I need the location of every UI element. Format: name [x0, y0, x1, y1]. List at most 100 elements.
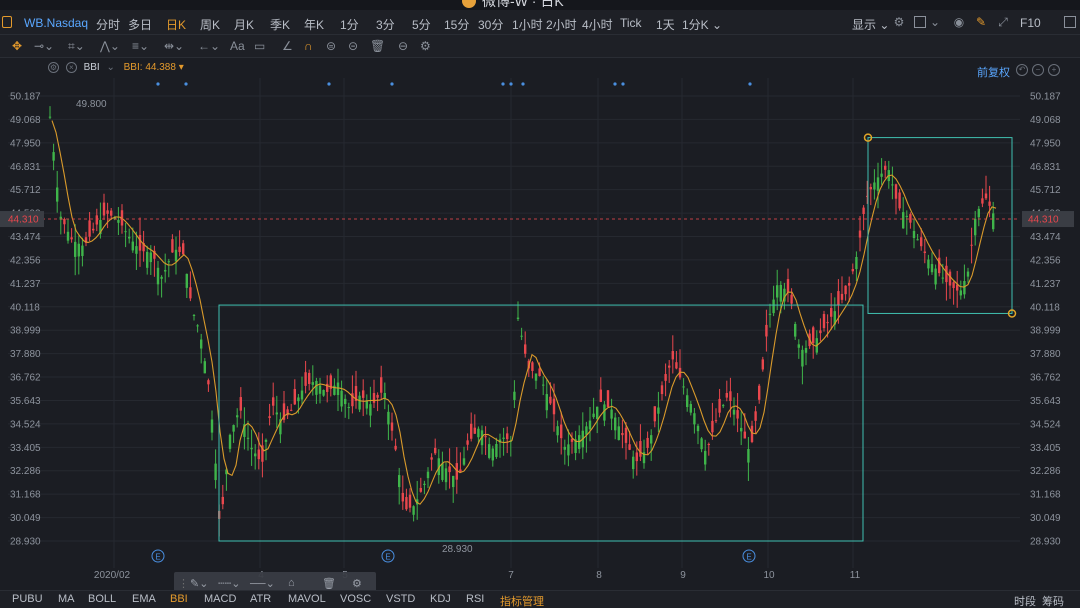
- y-tick-label: 47.950: [10, 138, 41, 149]
- candle-body: [434, 447, 437, 454]
- range-tool-icon[interactable]: ⇹⌄: [164, 39, 184, 54]
- period-tab[interactable]: 1天: [656, 16, 675, 33]
- pencil-icon[interactable]: ✎: [974, 15, 988, 29]
- display-menu-button[interactable]: 显示 ⌄: [852, 16, 889, 33]
- right-panel-tab[interactable]: 时段: [1014, 593, 1036, 608]
- zoom-out-icon[interactable]: −: [1032, 64, 1044, 76]
- period-tab[interactable]: Tick: [620, 16, 642, 30]
- chevron-down-icon[interactable]: ⌄: [106, 62, 114, 73]
- lock-icon[interactable]: ⌂: [288, 577, 295, 589]
- indicator-tab[interactable]: MA: [58, 593, 75, 605]
- comment-tool-icon[interactable]: ▭: [254, 39, 265, 54]
- period-tab[interactable]: 2小时: [546, 16, 577, 33]
- line-style-icon[interactable]: ┄┄⌄: [218, 577, 240, 590]
- fib-tool-icon[interactable]: ≡⌄: [132, 39, 149, 54]
- indicator-tab[interactable]: VSTD: [386, 593, 415, 605]
- candle-body: [704, 450, 707, 465]
- settings-icon[interactable]: ⚙: [892, 15, 906, 29]
- right-panel-tab[interactable]: 筹码: [1042, 593, 1064, 608]
- indicator-tab[interactable]: 指标管理: [500, 593, 544, 608]
- candle-body: [812, 327, 815, 344]
- adjust-price-button[interactable]: 前复权: [977, 64, 1010, 80]
- candle-body: [185, 273, 188, 288]
- candle-body: [394, 445, 397, 450]
- candle-body: [524, 344, 527, 354]
- period-tab[interactable]: 4小时: [582, 16, 613, 33]
- candle-body: [635, 452, 638, 462]
- pattern-tool-icon[interactable]: ⋀⌄: [100, 39, 120, 54]
- period-tab[interactable]: 15分: [444, 16, 469, 33]
- period-tab[interactable]: 月K: [234, 16, 254, 33]
- period-tab[interactable]: 季K: [270, 16, 290, 33]
- line-tool-icon[interactable]: ⊸⌄: [34, 39, 54, 54]
- chart-area[interactable]: 50.187 50.187 49.068 49.068 47.950 47.950 46.8…: [0, 58, 1080, 584]
- period-tab[interactable]: 5分: [412, 16, 431, 33]
- earnings-marker-label: E: [746, 553, 751, 562]
- period-tab[interactable]: 3分: [376, 16, 395, 33]
- eraser-icon[interactable]: ∠: [282, 39, 293, 54]
- candle-body: [779, 284, 782, 302]
- camera-icon[interactable]: ◉: [952, 15, 966, 29]
- candle-body: [754, 411, 757, 421]
- indicator-settings-icon[interactable]: ⚙: [48, 62, 59, 73]
- magnet-icon[interactable]: ∩: [304, 39, 313, 54]
- indicator-tab[interactable]: BBI: [170, 593, 188, 605]
- fullscreen-icon[interactable]: ⤢: [996, 15, 1010, 29]
- period-tab[interactable]: 周K: [200, 16, 220, 33]
- arrow-tool-icon[interactable]: ←⌄: [198, 39, 220, 54]
- period-tab[interactable]: 1分K ⌄: [682, 16, 722, 33]
- hide-drawings-icon[interactable]: ⊜: [326, 39, 336, 54]
- indicator-tab[interactable]: MACD: [204, 593, 236, 605]
- period-tab[interactable]: 分时: [96, 16, 120, 33]
- indicator-tab[interactable]: ATR: [250, 593, 271, 605]
- candle-body: [135, 246, 138, 254]
- zoom-in-icon[interactable]: +: [1048, 64, 1060, 76]
- symbol-label[interactable]: WB.Nasdaq: [24, 16, 88, 30]
- lock-drawings-icon[interactable]: ⊝: [348, 39, 358, 54]
- period-tab[interactable]: 多日: [128, 16, 152, 33]
- candlestick-chart[interactable]: 50.187 50.187 49.068 49.068 47.950 47.950 46.8…: [0, 58, 1080, 584]
- sidebar-toggle-icon[interactable]: [2, 16, 12, 28]
- settings-icon[interactable]: ⚙: [352, 577, 362, 590]
- indicator-tab[interactable]: PUBU: [12, 593, 43, 605]
- candle-body: [66, 231, 70, 241]
- period-tab[interactable]: 1分: [340, 16, 359, 33]
- indicator-tab[interactable]: BOLL: [88, 593, 116, 605]
- f10-button[interactable]: F10: [1020, 16, 1041, 30]
- panel-icon[interactable]: [1064, 16, 1076, 28]
- indicator-name[interactable]: BBI: [84, 62, 100, 73]
- drawing-settings-icon[interactable]: ⚙: [420, 39, 431, 54]
- indicator-tab[interactable]: VOSC: [340, 593, 371, 605]
- line-width-icon[interactable]: ──⌄: [250, 577, 275, 590]
- chevron-down-icon[interactable]: ⌄: [928, 15, 942, 29]
- crop-tool-icon[interactable]: ⌗⌄: [68, 39, 85, 54]
- indicator-tab[interactable]: MAVOL: [288, 593, 326, 605]
- indicator-tab[interactable]: EMA: [132, 593, 156, 605]
- period-tab[interactable]: 日K: [166, 16, 186, 33]
- move-cursor-icon[interactable]: ✥: [12, 39, 22, 54]
- trash-icon[interactable]: 🗑: [322, 577, 336, 590]
- candle-body: [232, 425, 235, 432]
- eye-icon[interactable]: ⊖: [398, 39, 408, 54]
- period-tab[interactable]: 30分: [478, 16, 503, 33]
- undo-icon[interactable]: ↶: [1016, 64, 1028, 76]
- trash-icon[interactable]: 🗑: [370, 39, 385, 54]
- candle-body: [862, 207, 865, 215]
- candle-body: [221, 496, 224, 505]
- text-tool-icon[interactable]: Aa: [230, 39, 245, 54]
- indicator-dropdown-icon[interactable]: ▾: [179, 62, 184, 73]
- candle-body: [804, 347, 808, 353]
- checkbox-icon[interactable]: [914, 16, 926, 28]
- period-tab[interactable]: 1小时: [512, 16, 543, 33]
- y-tick-label: 41.237: [1030, 279, 1061, 290]
- indicator-tab[interactable]: RSI: [466, 593, 484, 605]
- candle-body: [657, 407, 660, 414]
- period-tab[interactable]: 年K: [304, 16, 324, 33]
- candle-body: [268, 416, 271, 419]
- pen-icon[interactable]: ✎⌄: [190, 577, 208, 590]
- candle-body: [905, 215, 908, 217]
- candle-body: [786, 279, 790, 293]
- indicator-close-icon[interactable]: ×: [65, 62, 77, 73]
- indicator-tab[interactable]: KDJ: [430, 593, 451, 605]
- drag-handle-icon[interactable]: ⋮: [178, 577, 189, 590]
